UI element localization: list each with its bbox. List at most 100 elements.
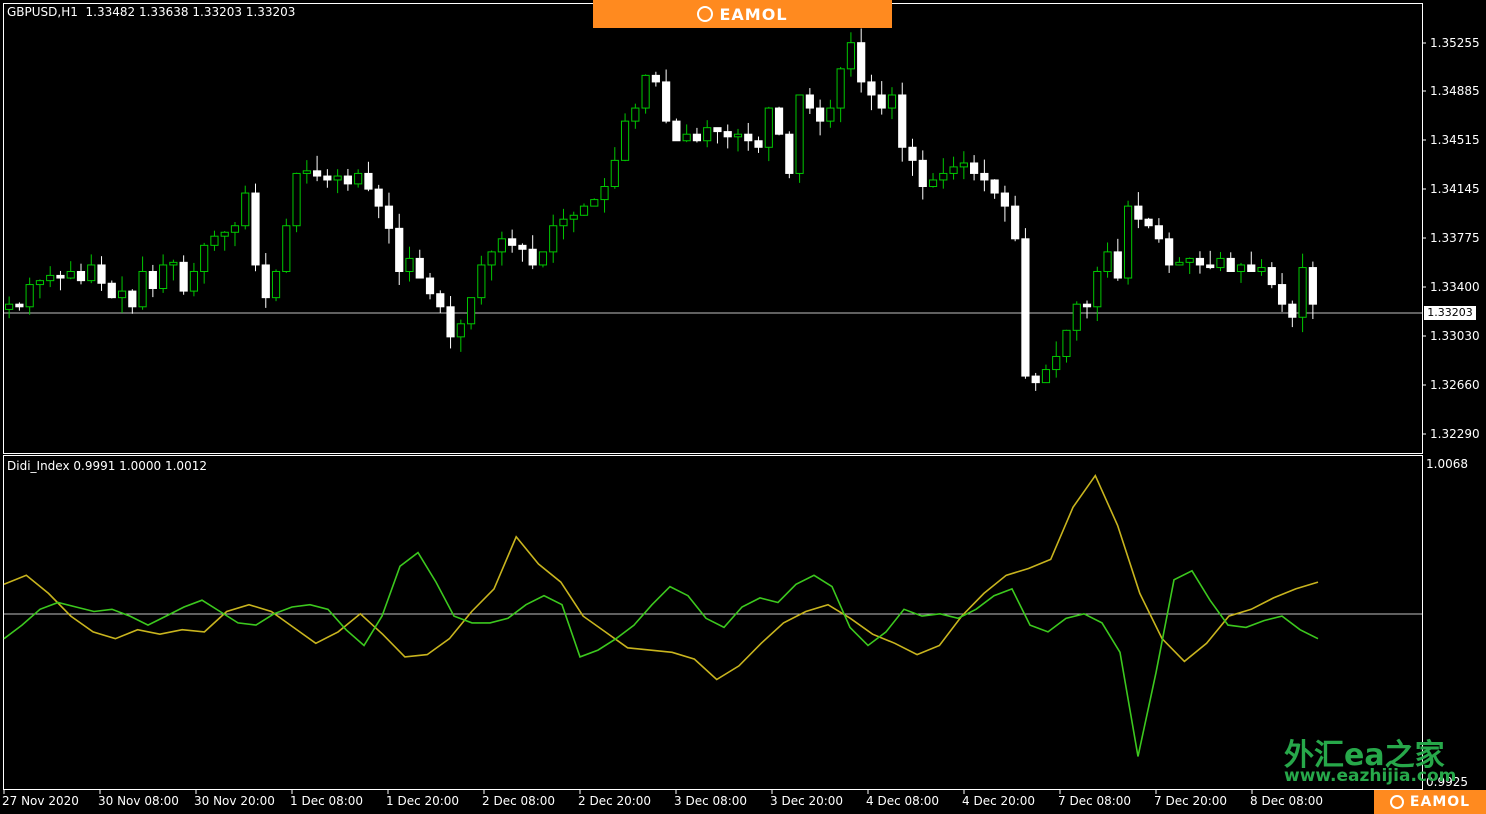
candle-body: [887, 94, 897, 109]
candle-body: [76, 270, 86, 282]
candle-body: [1113, 251, 1122, 279]
price-tick-label: 1.33775: [1430, 231, 1480, 245]
candle-body: [395, 227, 404, 272]
candlestick-series: [5, 28, 1317, 391]
candle-body: [1000, 192, 1009, 207]
price-tick-label: 1.33400: [1430, 280, 1480, 294]
candle-body: [1247, 264, 1256, 272]
candle-body: [313, 170, 322, 177]
candle-body: [641, 74, 650, 109]
candle-body: [456, 323, 465, 338]
candle-body: [66, 270, 75, 279]
candle-body: [918, 159, 927, 188]
candle-body: [908, 146, 917, 161]
candle-body: [764, 107, 773, 148]
time-tick-label: 27 Nov 2020: [2, 794, 79, 808]
brand-logo-icon: [697, 6, 714, 22]
candle-body: [980, 172, 989, 181]
time-tick-label: 7 Dec 20:00: [1154, 794, 1228, 808]
candle-body: [774, 107, 784, 135]
candle-body: [117, 290, 127, 299]
time-tick-label: 4 Dec 08:00: [866, 794, 940, 808]
price-tick-label: 1.32660: [1430, 378, 1480, 392]
candle-body: [436, 293, 445, 308]
candle-body: [425, 277, 435, 295]
candle-body: [97, 264, 106, 284]
candle-body: [354, 172, 363, 185]
candle-body: [949, 166, 958, 174]
candle-body: [692, 133, 702, 142]
candle-body: [733, 133, 743, 138]
candle-body: [261, 264, 270, 299]
candle-body: [1308, 267, 1317, 305]
candle-body: [292, 172, 301, 227]
candle-body: [25, 284, 34, 308]
candle-body: [333, 175, 342, 181]
candle-body: [282, 225, 291, 272]
time-tick-label: 8 Dec 08:00: [1250, 794, 1324, 808]
candle-body: [1236, 264, 1246, 272]
price-tick-label: 1.32290: [1430, 427, 1480, 441]
candle-body: [795, 94, 804, 174]
time-tick-label: 1 Dec 20:00: [386, 794, 460, 808]
candle-body: [1134, 205, 1143, 220]
candle-body: [1175, 261, 1184, 266]
candle-body: [1123, 205, 1133, 279]
candle-body: [148, 270, 157, 289]
candle-body: [836, 68, 845, 109]
candle-body: [405, 257, 414, 272]
brand-banner[interactable]: EAMOL: [593, 0, 892, 28]
candle-body: [1206, 264, 1215, 269]
didi-slow-line: [3, 473, 1319, 681]
candle-body: [959, 162, 968, 168]
candle-body: [723, 131, 732, 138]
candle-body: [87, 264, 96, 282]
candle-body: [230, 225, 240, 233]
indicator-info: Didi_Index 0.9991 1.0000 1.0012: [7, 459, 207, 473]
candle-body: [251, 192, 260, 266]
candle-body: [1288, 303, 1297, 318]
didi-fast-line: [3, 551, 1319, 757]
candle-body: [497, 238, 506, 253]
candle-body: [200, 244, 209, 272]
price-tick-label: 1.34515: [1430, 133, 1480, 147]
price-tick-label: 1.33030: [1430, 329, 1480, 343]
candle-body: [744, 133, 753, 142]
trading-chart[interactable]: [0, 0, 1486, 814]
candle-body: [1082, 303, 1092, 308]
candle-body: [271, 270, 281, 299]
time-tick-label: 1 Dec 08:00: [290, 794, 364, 808]
candle-body: [384, 205, 394, 229]
candle-body: [56, 274, 65, 279]
candle-body: [1298, 267, 1307, 318]
candle-body: [179, 261, 188, 292]
candle-body: [1093, 270, 1102, 308]
candle-body: [210, 235, 219, 246]
brand-banner-text: EAMOL: [719, 4, 788, 24]
candle-body: [343, 175, 352, 185]
corner-brand-text: EAMOL: [1409, 794, 1471, 810]
candle-body: [805, 94, 814, 109]
candle-body: [528, 248, 537, 266]
candle-body: [1257, 267, 1266, 272]
candle-body: [1052, 355, 1061, 371]
candle-body: [189, 270, 199, 292]
candle-body: [682, 133, 691, 142]
current-price-label: 1.33203: [1424, 306, 1476, 320]
candle-body: [990, 179, 999, 194]
candle-body: [518, 244, 527, 250]
candle-body: [559, 218, 568, 227]
candle-body: [754, 140, 763, 148]
time-tick-label: 3 Dec 20:00: [770, 794, 844, 808]
candle-body: [826, 107, 835, 122]
candle-body: [939, 172, 948, 181]
candle-body: [487, 251, 496, 266]
candle-body: [1144, 218, 1153, 227]
candle-body: [549, 225, 558, 253]
time-tick-label: 7 Dec 08:00: [1058, 794, 1132, 808]
time-tick-label: 30 Nov 20:00: [194, 794, 275, 808]
candle-body: [138, 270, 147, 308]
candle-body: [220, 231, 229, 237]
corner-brand[interactable]: EAMOL: [1374, 790, 1486, 814]
candle-body: [128, 290, 137, 308]
